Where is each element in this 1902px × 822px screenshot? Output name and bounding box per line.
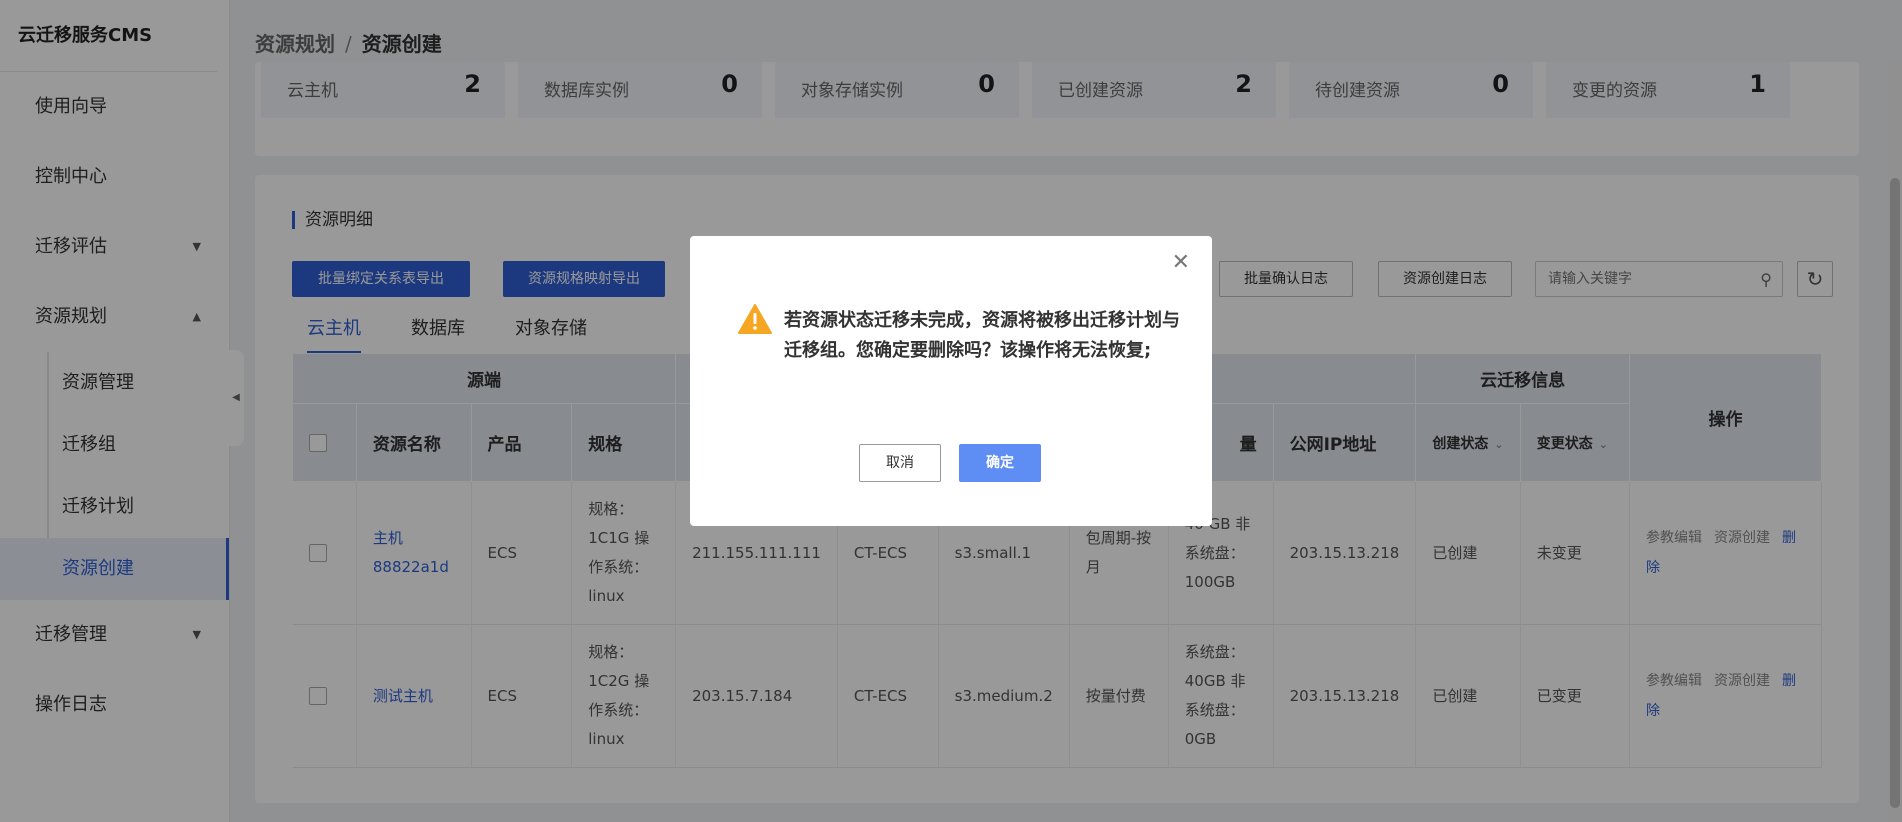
dialog-message: 若资源状态迁移未完成，资源将被移出迁移计划与迁移组。您确定要删除吗？该操作将无法…	[784, 310, 1180, 361]
cancel-button[interactable]: 取消	[859, 444, 941, 482]
confirm-button[interactable]: 确定	[959, 444, 1041, 482]
delete-confirm-dialog: ✕ 若资源状态迁移未完成，资源将被移出迁移计划与迁移组。您确定要删除吗？该操作将…	[690, 236, 1212, 526]
warning-icon	[738, 304, 772, 334]
close-icon[interactable]: ✕	[1172, 250, 1190, 275]
